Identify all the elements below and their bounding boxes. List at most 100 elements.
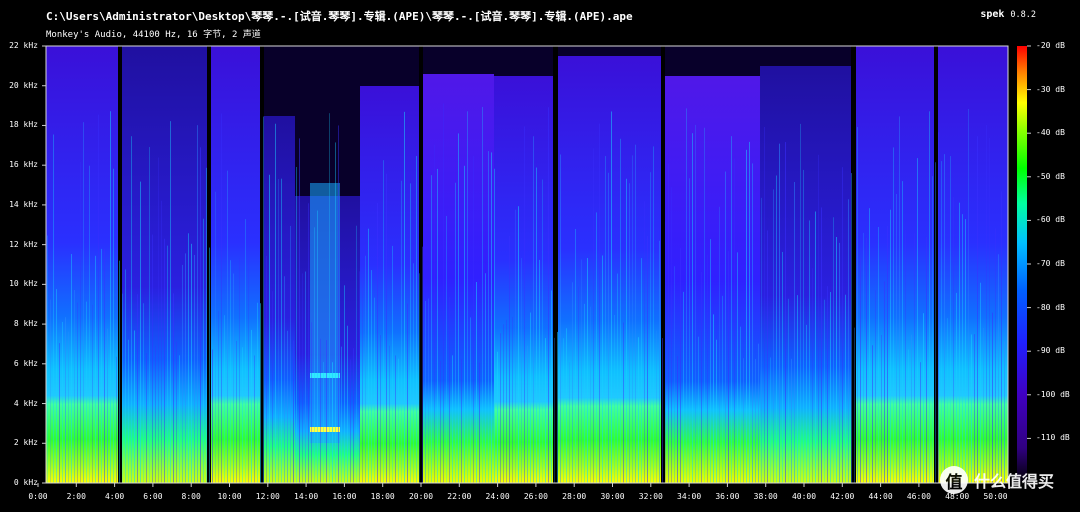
spectrogram-streak [761,197,762,483]
spectrogram-streak [68,331,69,483]
spectrogram-streak [716,339,717,483]
spectrogram-streak [770,357,771,483]
spectrogram-streak [971,334,972,483]
spectrogram-streak [665,221,666,484]
spectrogram-streak [536,167,537,484]
spectrogram-streak [290,225,291,483]
spectrogram-streak [812,268,813,483]
spectrogram-streak [425,300,426,483]
spectrogram-streak [476,281,477,483]
spectrogram-streak [671,187,672,483]
spectrogram-streak [176,341,177,483]
spectrogram-streak [317,210,318,483]
spectrogram-streak [353,348,354,483]
spectrogram-streak [254,355,255,483]
spectrogram-streak [455,182,456,483]
spectrogram-streak [881,334,882,483]
spectrogram-streak [617,273,618,483]
spectrogram-streak [101,248,102,483]
spectrogram-streak [767,230,768,483]
spectrogram-streak [242,347,243,483]
spectrogram-streak [833,217,834,483]
time-label: 34:00 [677,492,702,501]
spectrogram-streak [950,156,951,484]
spectrogram-streak [332,362,333,483]
spectrogram-streak [401,180,402,483]
spectrogram-streak [281,178,282,483]
spectrogram-streak [824,299,825,483]
spectrogram-streak [335,142,336,483]
spectrogram-streak [521,258,522,483]
spectrogram-streak [854,327,855,483]
spectrogram-streak [260,303,261,483]
time-label: 14:00 [294,492,319,501]
spectrogram-streak [956,292,957,483]
time-label: 36:00 [715,492,740,501]
spectrogram-streak [491,152,492,483]
spectrogram-streak [725,171,726,483]
spectrogram-streak [890,209,891,484]
spectrogram-streak [53,134,54,483]
spectrogram-streak [878,226,879,483]
spectrogram-streak [656,330,657,483]
spectrogram-streak [794,182,795,483]
spectrogram-streak [263,116,264,483]
spectrogram-streak [272,291,273,483]
spectrogram-streak [578,286,579,483]
spectrogram-streak [239,258,240,483]
db-label: -50 dB [1036,171,1065,181]
spectrogram-streak [731,136,732,484]
freq-label: 2 kHz [13,438,38,448]
spectrogram-streak [377,203,378,484]
db-label: -60 dB [1036,215,1065,225]
spectrogram-streak [941,161,942,483]
spectrogram-streak [191,243,192,483]
spectrogram-streak [560,154,561,484]
spectrogram-streak [497,351,498,483]
spectrogram-streak [188,233,189,483]
spectrogram-streak [89,165,90,483]
spectrogram-streak [596,212,597,484]
spectrogram-streak [413,263,414,483]
spectrogram-streak [266,255,267,483]
spectrogram-streak [374,297,375,483]
spectrogram-streak [542,179,543,483]
spectrogram-streak [623,322,624,483]
spectrogram-streak [359,271,360,483]
time-label: 4:00 [104,492,125,501]
spectrogram-streak [989,137,990,484]
spectrogram-streak [95,255,96,483]
spectrogram-streak [473,155,474,483]
spectrogram-streak [809,220,810,484]
freq-label: 6 kHz [13,358,38,368]
spectrogram-streak [524,126,525,483]
spectrogram-streak [515,209,516,484]
spectrogram-streak [920,362,921,483]
spectrogram-streak [875,290,876,483]
spectrogram-streak [287,330,288,483]
spectrogram-streak [752,163,753,483]
spectrogram-streak [575,228,576,483]
time-label: 46:00 [906,492,931,501]
spectrogram-streak [110,111,111,483]
spectrogram-streak [392,245,393,483]
spectrogram-streak [479,362,480,483]
spectrogram-streak [389,345,390,483]
spectrogram-streak [362,277,363,483]
spectrogram-streak [56,289,57,483]
spectrogram-streak [548,107,549,484]
spectrogram-streak [365,255,366,483]
spectrogram-streak [518,206,519,483]
spectrogram-streak [170,121,171,484]
db-scale-bar [1017,46,1027,483]
spectrogram-streak [680,248,681,483]
db-label: -70 dB [1036,259,1065,268]
spectrogram-streak [131,136,132,483]
spectrogram-streak [218,310,219,483]
watermark: 值 什么值得买 [939,466,1054,494]
spectrogram-streak [206,167,207,483]
time-label: 6:00 [143,492,163,501]
spectrogram-streak [410,183,411,483]
spectrogram-streak [674,266,675,483]
spectrogram-streak [800,123,801,483]
